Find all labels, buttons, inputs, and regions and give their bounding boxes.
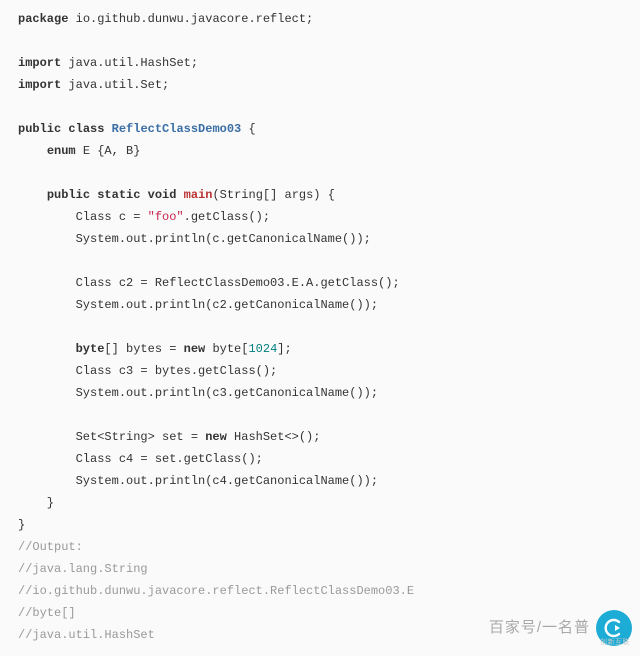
code-line: Class c2 = ReflectClassDemo03.E.A.getCla… [18, 276, 400, 290]
string-literal: "foo" [148, 210, 184, 224]
class-name: ReflectClassDemo03 [112, 122, 242, 136]
keyword-package: package [18, 12, 68, 26]
comment: //Output: [18, 540, 83, 554]
watermark-subtext: 创新互联 [600, 632, 630, 654]
keyword-void: void [148, 188, 177, 202]
keyword-static: static [97, 188, 140, 202]
comment: //byte[] [18, 606, 76, 620]
code-line: Class c3 = bytes.getClass(); [18, 364, 277, 378]
code-line: HashSet<>(); [227, 430, 321, 444]
code-line: System.out.println(c3.getCanonicalName()… [18, 386, 378, 400]
close-brace: } [18, 518, 25, 532]
keyword-new: new [205, 430, 227, 444]
code-line: Class c4 = set.getClass(); [18, 452, 263, 466]
keyword-public: public [47, 188, 90, 202]
enum-decl: E {A, B} [76, 144, 141, 158]
code-line: Set<String> set = [18, 430, 205, 444]
import-stmt: java.util.HashSet; [61, 56, 198, 70]
keyword-enum: enum [47, 144, 76, 158]
comment: //java.util.HashSet [18, 628, 155, 642]
keyword-public: public [18, 122, 61, 136]
watermark-text: 百家号/一名普 [489, 617, 590, 639]
code-line: System.out.println(c4.getCanonicalName()… [18, 474, 378, 488]
code-line: [] bytes = [104, 342, 183, 356]
code-block: package io.github.dunwu.javacore.reflect… [0, 0, 640, 656]
main-args: (String[] args) { [212, 188, 334, 202]
code-line: byte[ [205, 342, 248, 356]
keyword-import: import [18, 78, 61, 92]
number-literal: 1024 [248, 342, 277, 356]
code-line: ]; [277, 342, 291, 356]
keyword-class: class [68, 122, 104, 136]
import-stmt: java.util.Set; [61, 78, 169, 92]
comment: //io.github.dunwu.javacore.reflect.Refle… [18, 584, 414, 598]
code-line: .getClass(); [184, 210, 270, 224]
keyword-import: import [18, 56, 61, 70]
method-main: main [184, 188, 213, 202]
close-brace: } [18, 496, 54, 510]
code-line: System.out.println(c2.getCanonicalName()… [18, 298, 378, 312]
package-path: io.github.dunwu.javacore.reflect; [68, 12, 313, 26]
code-line: Class c = [18, 210, 148, 224]
keyword-new: new [184, 342, 206, 356]
code-line: System.out.println(c.getCanonicalName())… [18, 232, 371, 246]
comment: //java.lang.String [18, 562, 148, 576]
keyword-byte: byte [76, 342, 105, 356]
